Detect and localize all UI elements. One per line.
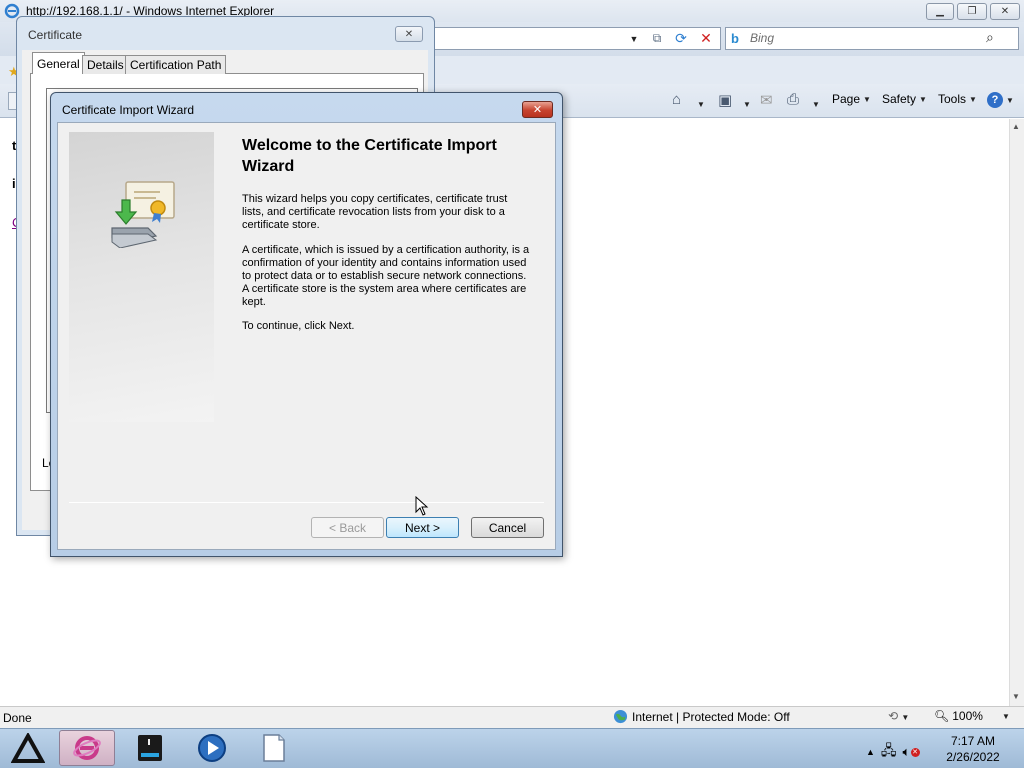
status-bar [0, 706, 1024, 728]
zoom-icon: 🔍︎ [934, 709, 950, 723]
media-player-icon [198, 734, 226, 762]
wizard-paragraph: To continue, click Next. [242, 320, 355, 332]
certificate-dialog-title: Certificate [28, 28, 83, 42]
chevron-down-icon: ▼ [969, 94, 977, 104]
minimize-icon: ▁ [936, 6, 944, 17]
chevron-down-icon: ▼ [1001, 711, 1010, 721]
stop-icon: ✕ [700, 30, 712, 46]
wizard-close-button[interactable]: ✕ [522, 101, 553, 118]
cancel-button[interactable]: Cancel [471, 517, 544, 538]
wizard-heading: Welcome to the Certificate Import Wizard [242, 137, 497, 175]
wizard-paragraph: A certificate, which is issued by a cert… [242, 244, 530, 308]
tab-general[interactable]: General [32, 52, 85, 74]
internet-explorer-icon [73, 736, 101, 760]
back-button[interactable]: < Back [311, 517, 384, 538]
bing-icon: b [731, 31, 739, 46]
tools-menu[interactable]: Tools ▼ [938, 92, 977, 106]
tab-details[interactable]: Details [82, 55, 129, 74]
wizard-divider [69, 502, 544, 503]
taskbar-terminal[interactable] [122, 730, 178, 766]
protected-mode-icon[interactable]: ⟲ ▼ [888, 709, 909, 723]
taskbar-media-player[interactable] [184, 730, 240, 766]
chevron-down-icon: ▼ [901, 713, 910, 722]
wizard-paragraph: This wizard helps you copy certificates,… [242, 193, 508, 231]
compatibility-icon: ⧉ [652, 31, 662, 45]
vertical-scrollbar[interactable] [1009, 119, 1024, 706]
zoom-level: 100% [952, 709, 983, 723]
compatibility-view-button[interactable]: ⧉ [646, 28, 668, 49]
clock-time: 7:17 AM [950, 734, 996, 748]
stop-button[interactable]: ✕ [695, 28, 717, 49]
certificate-import-icon [111, 181, 175, 248]
mouse-cursor-icon [415, 496, 429, 516]
window-close-button[interactable]: ✕ [990, 3, 1020, 20]
page-menu-label: Page [832, 92, 861, 106]
next-button[interactable]: Next > [386, 517, 459, 538]
network-icon[interactable]: 🖧︎ [881, 740, 897, 764]
restore-icon: ❐ [967, 6, 977, 17]
close-icon: ✕ [404, 28, 414, 40]
system-tray: ▲ 🖧︎ 🔈︎ ✕ [866, 740, 920, 764]
security-zone[interactable]: Internet | Protected Mode: Off [613, 709, 790, 724]
feeds-icon[interactable]: ▣ [718, 91, 732, 109]
help-menu[interactable]: ? ▼ [987, 92, 1014, 108]
wizard-side-banner [69, 132, 214, 422]
help-icon: ? [987, 92, 1003, 108]
maximize-button[interactable]: ❐ [957, 3, 987, 20]
globe-icon [613, 709, 628, 724]
search-icon[interactable]: ⌕ [986, 29, 994, 46]
close-icon: ✕ [1000, 6, 1010, 17]
certificate-close-button[interactable]: ✕ [395, 26, 423, 42]
system-clock[interactable]: 7:17 AM 2/26/2022 [936, 733, 1010, 765]
chevron-down-icon: ▼ [1006, 95, 1014, 105]
chevron-down-icon: ▼ [743, 100, 751, 109]
notepad-icon [263, 734, 285, 762]
chevron-down-icon: ▼ [629, 33, 639, 44]
security-zone-label: Internet | Protected Mode: Off [632, 709, 790, 724]
chevron-down-icon: ▼ [919, 94, 927, 104]
zoom-control[interactable]: 🔍︎ 100% ▼ [934, 709, 1010, 723]
app-launcher-icon [11, 733, 45, 763]
tools-menu-label: Tools [938, 92, 967, 106]
address-dropdown-button[interactable]: ▼ [624, 28, 644, 49]
show-hidden-icons-icon[interactable]: ▲ [866, 747, 875, 757]
volume-muted-icon[interactable]: 🔈︎ ✕ [903, 744, 920, 760]
safety-menu[interactable]: Safety ▼ [882, 92, 927, 106]
wizard-title: Certificate Import Wizard [62, 103, 195, 117]
page-menu[interactable]: Page ▼ [832, 92, 871, 106]
minimize-button[interactable]: ▁ [926, 3, 954, 20]
safety-menu-label: Safety [882, 92, 917, 106]
chevron-down-icon: ▼ [697, 100, 705, 109]
chevron-down-icon: ▼ [812, 100, 820, 109]
read-mail-icon[interactable]: ✉ [760, 91, 773, 109]
home-icon[interactable]: ⌂ [672, 91, 681, 108]
close-icon: ✕ [532, 104, 543, 116]
search-input[interactable]: Bing [750, 31, 774, 45]
taskbar-app-launcher[interactable] [0, 730, 56, 766]
clock-date: 2/26/2022 [946, 750, 1000, 764]
refresh-icon: ⟳ [675, 30, 687, 46]
tab-certification-path[interactable]: Certification Path [125, 55, 227, 74]
chevron-down-icon: ▼ [863, 94, 871, 104]
refresh-button[interactable]: ⟳ [670, 28, 692, 49]
print-icon[interactable]: ⎙ [787, 91, 799, 108]
taskbar-internet-explorer[interactable] [59, 730, 115, 766]
scroll-up-icon[interactable]: ▲ [1012, 122, 1020, 131]
taskbar-notepad[interactable] [246, 730, 302, 766]
status-text: Done [3, 711, 32, 725]
scroll-down-icon[interactable]: ▼ [1012, 692, 1020, 701]
terminal-icon [138, 735, 162, 761]
